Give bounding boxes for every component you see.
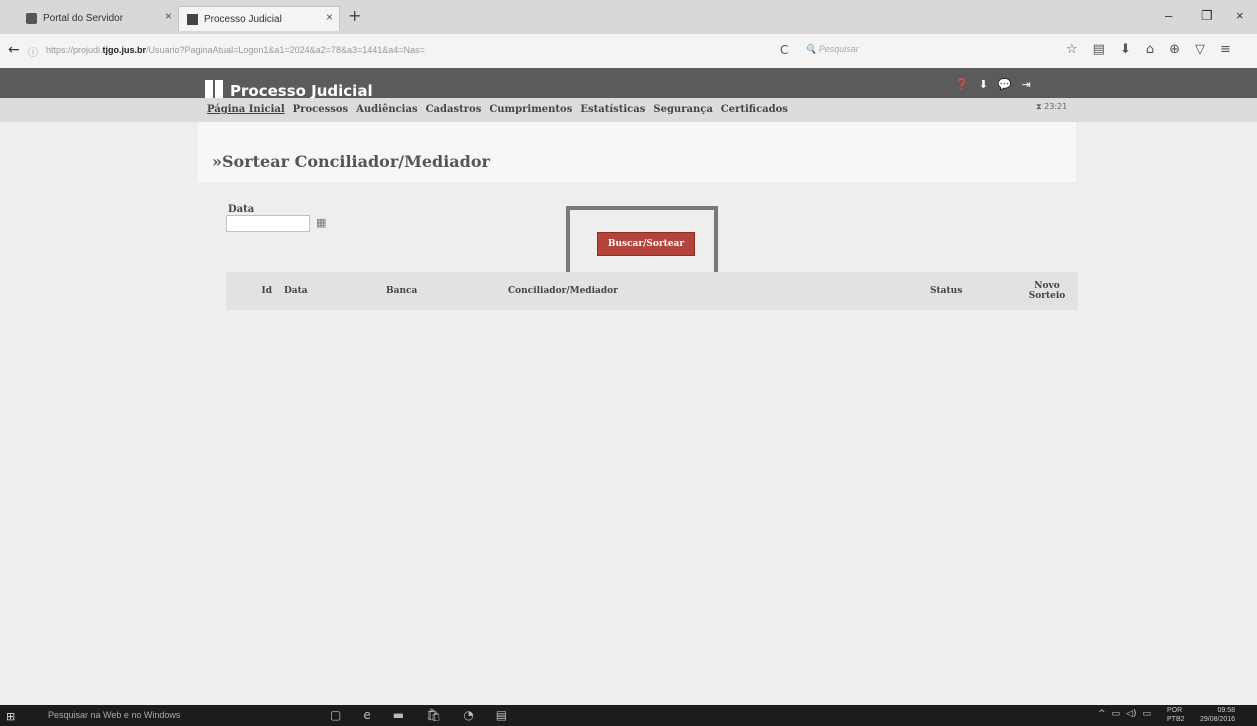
- home-icon[interactable]: ⌂: [1146, 42, 1154, 57]
- portal-favicon-icon: [26, 12, 37, 24]
- page-title: »Sortear Conciliador/Mediador: [212, 152, 490, 171]
- lang-line-1: POR: [1167, 707, 1183, 714]
- browser-tab-bar: Portal do Servidor × Processo Judicial ×…: [0, 0, 1257, 34]
- column-header-conciliador: Conciliador/Mediador: [502, 272, 924, 310]
- system-tray: ^ ▭ ◁) ▭: [1098, 709, 1151, 719]
- table-header-row: Id Data Banca Conciliador/Mediador Statu…: [226, 272, 1078, 310]
- download-icon[interactable]: ⬇: [1120, 42, 1131, 57]
- taskbar-search-input[interactable]: Pesquisar na Web e no Windows: [48, 710, 180, 720]
- browser-tab-processo-judicial[interactable]: Processo Judicial ×: [178, 6, 340, 31]
- reader-icon[interactable]: ▤: [1093, 42, 1105, 57]
- windows-taskbar: ⊞ Pesquisar na Web e no Windows ▢ e ▬ 🛍 …: [0, 705, 1257, 726]
- close-tab-icon[interactable]: ×: [165, 9, 172, 23]
- main-menu: Página Inicial Processos Audiências Cada…: [207, 104, 788, 115]
- taskbar-apps: ▢ e ▬ 🛍 ◔ ▤: [330, 708, 507, 722]
- header-icons: ❓ ⬇ 💬 ⇥: [955, 78, 1031, 91]
- tab-label: Portal do Servidor: [43, 12, 124, 24]
- menu-item-pagina-inicial[interactable]: Página Inicial: [207, 104, 285, 115]
- volume-icon[interactable]: ◁): [1126, 709, 1136, 719]
- tray-up-icon[interactable]: ^: [1098, 709, 1106, 719]
- browser-nav-bar: ← ⓘ https://projudi.tjgo.jus.br/Usuario?…: [0, 34, 1257, 69]
- column-header-banca: Banca: [380, 272, 502, 310]
- back-arrow-icon[interactable]: ←: [8, 42, 20, 58]
- download-icon[interactable]: ⬇: [979, 78, 988, 91]
- session-clock: ⧗ 23:21: [1036, 102, 1068, 111]
- taskbar-clock[interactable]: 09:58 29/08/2016: [1200, 706, 1235, 724]
- hamburger-menu-icon[interactable]: ≡: [1220, 42, 1231, 57]
- logout-icon[interactable]: ⇥: [1022, 78, 1031, 91]
- column-header-novo-sorteio: Novo Sorteio: [1016, 272, 1078, 310]
- app-header: Processo Judicial ❓ ⬇ 💬 ⇥: [0, 68, 1257, 100]
- main-menu-bar: Página Inicial Processos Audiências Cada…: [0, 98, 1257, 122]
- file-explorer-icon[interactable]: ▬: [393, 708, 404, 722]
- bookmark-star-icon[interactable]: ☆: [1066, 42, 1078, 57]
- restore-button[interactable]: ❐: [1201, 8, 1213, 24]
- tab-label: Processo Judicial: [204, 13, 282, 25]
- minimize-button[interactable]: –: [1165, 8, 1172, 23]
- url-domain: tjgo.jus.br: [102, 45, 147, 55]
- notification-icon[interactable]: ▭: [1143, 709, 1152, 719]
- url-path: /Usuario?PaginaAtual=Logon1&a1=2024&a2=7…: [146, 45, 425, 55]
- column-header-data: Data: [278, 272, 380, 310]
- search-placeholder: Pesquisar: [818, 44, 859, 54]
- pocket-icon[interactable]: ▽: [1195, 42, 1205, 57]
- browser-tab-portal-servidor[interactable]: Portal do Servidor ×: [18, 6, 178, 30]
- buscar-sortear-button[interactable]: Buscar/Sortear: [597, 232, 695, 256]
- sync-icon[interactable]: ⊕: [1169, 42, 1180, 57]
- menu-item-seguranca[interactable]: Segurança: [653, 104, 712, 115]
- tray-time: 09:58: [1217, 707, 1236, 714]
- edge-icon[interactable]: e: [363, 708, 370, 722]
- tray-date: 29/08/2016: [1200, 716, 1236, 723]
- menu-item-certificados[interactable]: Certificados: [721, 104, 788, 115]
- date-input[interactable]: [226, 215, 310, 232]
- column-header-id: Id: [226, 272, 278, 310]
- menu-item-cumprimentos[interactable]: Cumprimentos: [489, 104, 572, 115]
- store-icon[interactable]: 🛍: [426, 708, 441, 722]
- browser-toolbar: ☆ ▤ ⬇ ⌂ ⊕ ▽ ≡: [1066, 42, 1231, 57]
- input-language[interactable]: POR PTB2: [1167, 706, 1185, 724]
- novo-line-2: Sorteio: [1028, 291, 1066, 301]
- menu-item-audiencias[interactable]: Audiências: [356, 104, 417, 115]
- menu-item-estatisticas[interactable]: Estatísticas: [580, 104, 645, 115]
- task-view-icon[interactable]: ▢: [330, 708, 341, 722]
- column-header-status: Status: [924, 272, 1016, 310]
- chat-icon[interactable]: 💬: [998, 78, 1012, 91]
- windows-start-icon[interactable]: ⊞: [6, 710, 15, 723]
- files-icon[interactable]: ▤: [496, 708, 507, 722]
- menu-item-processos[interactable]: Processos: [293, 104, 348, 115]
- results-table: Id Data Banca Conciliador/Mediador Statu…: [226, 272, 1078, 310]
- close-tab-icon[interactable]: ×: [326, 10, 333, 24]
- menu-item-cadastros[interactable]: Cadastros: [426, 104, 482, 115]
- reload-icon[interactable]: C: [780, 43, 788, 57]
- site-info-icon[interactable]: ⓘ: [28, 44, 38, 59]
- url-prefix: https://projudi.: [46, 45, 103, 55]
- help-icon[interactable]: ❓: [955, 78, 969, 91]
- lang-line-2: PTB2: [1167, 716, 1185, 723]
- close-window-button[interactable]: ×: [1236, 8, 1244, 23]
- calendar-icon[interactable]: ▦: [316, 216, 326, 229]
- network-icon[interactable]: ▭: [1112, 709, 1121, 719]
- new-tab-button[interactable]: +: [348, 6, 361, 25]
- browser-search-input[interactable]: 🔍 Pesquisar: [805, 44, 965, 58]
- date-label: Data: [228, 204, 255, 215]
- firefox-icon[interactable]: ◔: [463, 708, 473, 722]
- projudi-favicon-icon: [187, 13, 198, 25]
- projudi-logo-icon: [205, 80, 223, 98]
- address-bar[interactable]: https://projudi.tjgo.jus.br/Usuario?Pagi…: [46, 45, 425, 55]
- novo-line-1: Novo: [1034, 281, 1060, 291]
